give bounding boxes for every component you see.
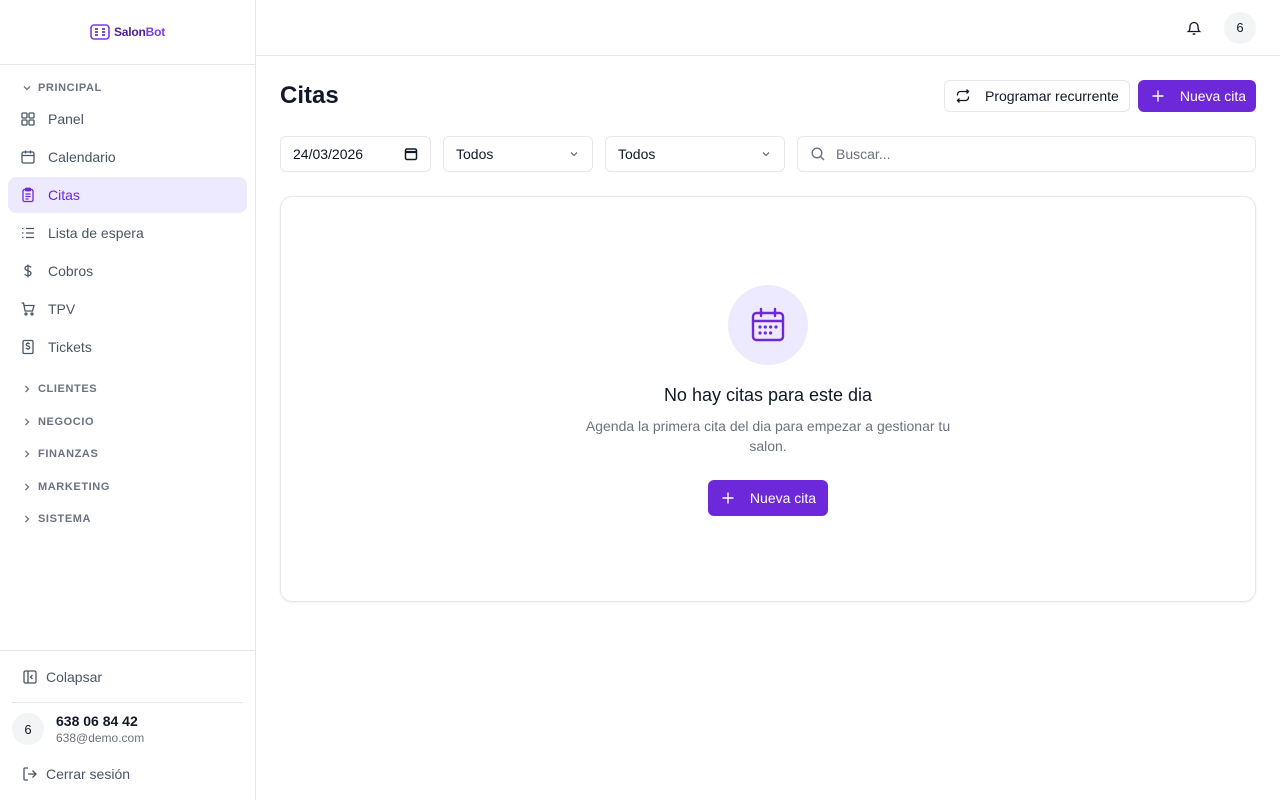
sidebar-item-panel[interactable]: Panel [8, 101, 247, 137]
sidebar-item-label: Tickets [48, 339, 92, 355]
empty-state-description: Agenda la primera cita del dia para empe… [585, 418, 951, 454]
sidebar-item-tickets[interactable]: Tickets [8, 329, 247, 365]
clipboard-icon [22, 187, 34, 203]
user-profile[interactable]: 6 638 06 84 42 638@demo.com [12, 703, 243, 755]
sidebar-item-label: Calendario [48, 149, 116, 165]
sidebar-item-label: Citas [48, 187, 80, 203]
brand-logo[interactable]: SalonBot [0, 0, 255, 65]
date-input[interactable]: 24/03/2026 [280, 136, 431, 172]
plus-icon [722, 492, 734, 504]
page-header: Citas Programar recurrente Nueva cita [280, 56, 1256, 136]
main-content: Citas Programar recurrente Nueva cita 24… [280, 56, 1256, 602]
calendar-icon [751, 307, 785, 342]
section-finanzas[interactable]: FINANZAS [0, 445, 98, 463]
chevron-down-icon [570, 152, 578, 157]
empty-state-card: No hay citas para este dia Agenda la pri… [280, 196, 1256, 602]
search-input[interactable] [836, 146, 1243, 162]
sidebar-item-label: TPV [48, 301, 76, 317]
sidebar-item-lista-de-espera[interactable]: Lista de espera [8, 215, 247, 251]
dollar-icon [24, 264, 32, 278]
sidebar-item-calendario[interactable]: Calendario [8, 139, 247, 175]
chevron-down-icon [22, 83, 32, 93]
collapse-button[interactable]: Colapsar [12, 651, 243, 703]
sidebar-item-label: Cobros [48, 263, 94, 279]
sidebar-collapse-icon [23, 669, 37, 684]
section-sistema[interactable]: SISTEMA [0, 510, 91, 528]
chevron-right-icon [22, 449, 32, 459]
user-name: 638 06 84 42 [56, 713, 138, 729]
sidebar-item-tpv[interactable]: TPV [8, 291, 247, 327]
status-select[interactable]: Todos [443, 136, 593, 172]
empty-state-icon-wrapper [728, 285, 808, 365]
section-clientes[interactable]: CLIENTES [0, 380, 97, 398]
cart-icon [21, 302, 35, 316]
plus-icon [1152, 90, 1164, 102]
new-appointment-button[interactable]: Nueva cita [1137, 80, 1256, 112]
schedule-recurring-button[interactable]: Programar recurrente [944, 80, 1130, 112]
repeat-icon [956, 89, 970, 103]
salonbot-logo-icon [90, 24, 110, 40]
staff-select[interactable]: Todos [605, 136, 785, 172]
search-icon [811, 147, 825, 161]
page-title: Citas [280, 82, 339, 109]
chevron-right-icon [22, 482, 32, 492]
section-principal[interactable]: PRINCIPAL [0, 79, 255, 97]
chevron-right-icon [22, 384, 32, 394]
chevron-right-icon [22, 514, 32, 524]
notifications-button[interactable] [1178, 12, 1210, 44]
brand-name: SalonBot [113, 25, 166, 39]
calendar-icon [21, 150, 35, 164]
sidebar: SalonBot PRINCIPAL Panel Calendario Cita… [0, 0, 256, 800]
bell-icon [1186, 21, 1202, 35]
list-icon [22, 227, 34, 239]
avatar[interactable]: 6 [1224, 11, 1256, 44]
sidebar-item-label: Lista de espera [48, 225, 144, 241]
sidebar-item-citas[interactable]: Citas [8, 177, 247, 213]
topbar: 6 [256, 0, 1280, 56]
receipt-icon [22, 339, 34, 355]
chevron-down-icon [762, 152, 770, 157]
filters-bar: 24/03/2026 Todos Todos [280, 136, 1256, 172]
empty-state-title: No hay citas para este dia [663, 385, 873, 405]
search-field [797, 136, 1256, 172]
avatar: 6 [12, 713, 44, 745]
sidebar-item-cobros[interactable]: Cobros [8, 253, 247, 289]
calendar-icon[interactable] [404, 147, 418, 161]
section-marketing[interactable]: MARKETING [0, 478, 110, 496]
grid-icon [21, 112, 35, 126]
sidebar-footer: Colapsar 6 638 06 84 42 638@demo.com Cer… [0, 650, 255, 800]
user-email: 638@demo.com [56, 731, 145, 745]
sidebar-nav: PRINCIPAL Panel Calendario Citas Lista d… [0, 65, 255, 536]
empty-new-appointment-button[interactable]: Nueva cita [707, 480, 829, 516]
section-negocio[interactable]: NEGOCIO [0, 413, 94, 431]
logout-button[interactable]: Cerrar sesión [12, 755, 243, 793]
logout-icon [23, 767, 37, 781]
sidebar-item-label: Panel [48, 111, 84, 127]
chevron-right-icon [22, 417, 32, 427]
